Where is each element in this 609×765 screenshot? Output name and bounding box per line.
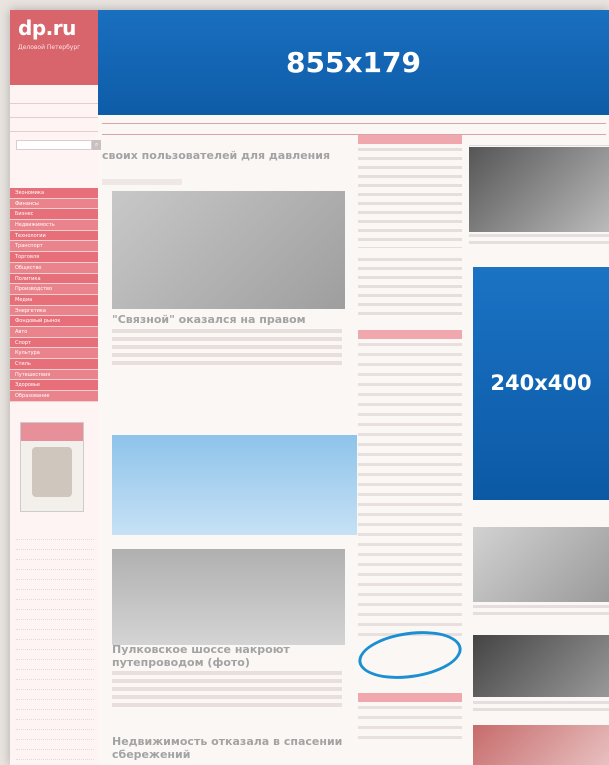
story-lede-2	[112, 329, 342, 365]
register-link[interactable]	[10, 118, 98, 132]
menu-item[interactable]: Энергетика	[10, 305, 98, 317]
left-link[interactable]	[16, 550, 94, 560]
menu-item[interactable]: Спорт	[10, 337, 98, 349]
left-link[interactable]	[16, 530, 94, 540]
logo-block[interactable]: dp.ru Деловой Петербург	[10, 10, 98, 85]
right-caption-2[interactable]	[473, 605, 609, 619]
magazine-cover[interactable]	[20, 422, 84, 512]
byline	[102, 179, 182, 185]
menu-item[interactable]: Культура	[10, 348, 98, 359]
menu-item[interactable]: Образование	[10, 391, 98, 402]
left-sidebar: dp.ru Деловой Петербург ⌕ Экономика Фина…	[10, 10, 101, 765]
news-photo-1[interactable]	[112, 191, 345, 309]
left-link[interactable]	[16, 630, 94, 640]
menu-item[interactable]: Фондовый рынок	[10, 316, 98, 327]
search-input[interactable]: ⌕	[16, 140, 101, 150]
left-link[interactable]	[16, 700, 94, 710]
menu-item[interactable]: Производство	[10, 284, 98, 295]
menu-item[interactable]: Недвижимость	[10, 220, 98, 231]
left-link[interactable]	[16, 650, 94, 660]
menu-item[interactable]: Авто	[10, 326, 98, 338]
menu-item[interactable]: Финансы	[10, 198, 98, 210]
feed-list-1[interactable]	[358, 148, 462, 248]
left-link[interactable]	[16, 670, 94, 680]
left-link[interactable]	[16, 750, 94, 760]
menu-item[interactable]: Экономика	[10, 188, 98, 199]
left-link[interactable]	[16, 610, 94, 620]
magazine-photo	[32, 447, 72, 497]
news-photo-2[interactable]	[112, 549, 345, 645]
right-photo-2[interactable]	[473, 527, 609, 602]
main-news-column: своих пользователей для давления "Связно…	[102, 135, 357, 765]
menu-item[interactable]: Медиа	[10, 294, 98, 306]
left-link[interactable]	[16, 540, 94, 550]
menu-item[interactable]: Торговля	[10, 252, 98, 263]
menu-item[interactable]: Политика	[10, 273, 98, 285]
menu-item[interactable]: Здоровье	[10, 380, 98, 392]
right-photo-4[interactable]	[473, 725, 609, 765]
headline-1[interactable]: своих пользователей для давления	[102, 149, 342, 162]
left-link-list	[16, 530, 94, 765]
left-link[interactable]	[16, 680, 94, 690]
left-link[interactable]	[16, 760, 94, 765]
password-field[interactable]	[10, 104, 98, 118]
right-photo-3[interactable]	[473, 635, 609, 697]
feed-header-3	[358, 693, 462, 702]
left-link[interactable]	[16, 730, 94, 740]
right-caption-1[interactable]	[469, 234, 609, 248]
right-caption-3[interactable]	[473, 701, 609, 715]
left-link[interactable]	[16, 560, 94, 570]
headline-4[interactable]: Недвижимость отказала в спасении сбереже…	[112, 735, 352, 761]
feed-list-3[interactable]	[358, 343, 462, 643]
top-ad-banner[interactable]: 855x179	[98, 10, 609, 115]
left-link[interactable]	[16, 640, 94, 650]
search-icon[interactable]: ⌕	[92, 140, 101, 150]
section-menu: Экономика Финансы Бизнес Недвижимость Те…	[10, 188, 98, 402]
left-link[interactable]	[16, 620, 94, 630]
right-photo-1[interactable]	[469, 147, 609, 232]
menu-item[interactable]: Стиль	[10, 359, 98, 370]
side-ad-banner[interactable]: 240x400	[473, 267, 609, 500]
menu-item[interactable]: Общество	[10, 262, 98, 274]
feed-header-2	[358, 330, 462, 339]
menu-item[interactable]: Путешествия	[10, 369, 98, 381]
left-link[interactable]	[16, 590, 94, 600]
site-tagline: Деловой Петербург	[18, 44, 81, 51]
menu-item[interactable]: Транспорт	[10, 241, 98, 253]
feed-list-2[interactable]	[358, 258, 462, 318]
left-link[interactable]	[16, 580, 94, 590]
menu-item[interactable]: Технологии	[10, 230, 98, 242]
feed-list-4[interactable]	[358, 706, 462, 746]
magazine-header	[21, 423, 83, 441]
left-link[interactable]	[16, 660, 94, 670]
login-field[interactable]	[10, 90, 98, 104]
headline-2[interactable]: "Связной" оказался на правом	[112, 313, 352, 326]
page: dp.ru Деловой Петербург ⌕ Экономика Фина…	[10, 10, 609, 765]
left-link[interactable]	[16, 570, 94, 580]
login-area	[10, 90, 98, 132]
menu-item[interactable]: Бизнес	[10, 209, 98, 221]
left-link[interactable]	[16, 740, 94, 750]
site-logo[interactable]: dp.ru	[18, 16, 76, 40]
left-link[interactable]	[16, 720, 94, 730]
left-link[interactable]	[16, 600, 94, 610]
headline-3[interactable]: Пулковское шоссе накроют путепроводом (ф…	[112, 643, 352, 669]
right-top-links	[469, 135, 609, 146]
top-nav-strip	[102, 123, 606, 135]
left-link[interactable]	[16, 690, 94, 700]
left-link[interactable]	[16, 710, 94, 720]
inner-ad-banner[interactable]	[112, 435, 357, 535]
story-lede-3	[112, 671, 342, 707]
feed-header	[358, 135, 462, 144]
